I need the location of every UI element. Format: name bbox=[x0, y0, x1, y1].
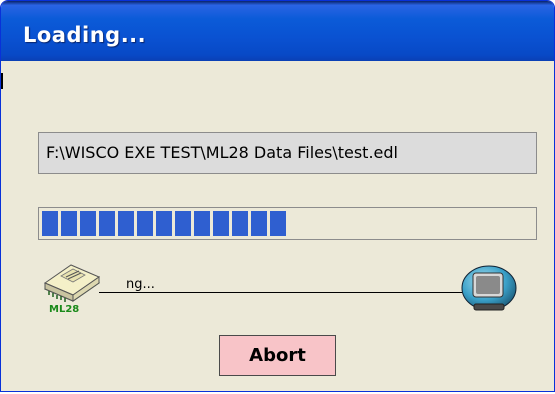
progress-fill bbox=[42, 211, 286, 236]
progress-block bbox=[118, 211, 134, 236]
title-bar[interactable]: Loading... bbox=[1, 1, 554, 61]
window-title: Loading... bbox=[23, 23, 147, 47]
progress-block bbox=[213, 211, 229, 236]
progress-block bbox=[270, 211, 286, 236]
progress-block bbox=[80, 211, 96, 236]
progress-block bbox=[175, 211, 191, 236]
progress-block bbox=[156, 211, 172, 236]
connection-line bbox=[99, 292, 469, 293]
progress-block bbox=[232, 211, 248, 236]
progress-block bbox=[194, 211, 210, 236]
loading-dialog: Loading... F:\WISCO EXE TEST\ML28 Data F… bbox=[0, 0, 555, 392]
progress-block bbox=[42, 211, 58, 236]
progress-block bbox=[99, 211, 115, 236]
progress-block bbox=[251, 211, 267, 236]
status-text: ng... bbox=[126, 277, 155, 292]
computer-monitor-icon bbox=[460, 264, 518, 318]
progress-block bbox=[61, 211, 77, 236]
file-path-field: F:\WISCO EXE TEST\ML28 Data Files\test.e… bbox=[38, 132, 537, 174]
abort-button[interactable]: Abort bbox=[219, 335, 336, 376]
device-label: ML28 bbox=[49, 304, 80, 315]
left-edge-marker bbox=[1, 73, 3, 89]
progress-bar bbox=[38, 207, 537, 240]
progress-block bbox=[137, 211, 153, 236]
device-module-icon bbox=[41, 259, 103, 309]
